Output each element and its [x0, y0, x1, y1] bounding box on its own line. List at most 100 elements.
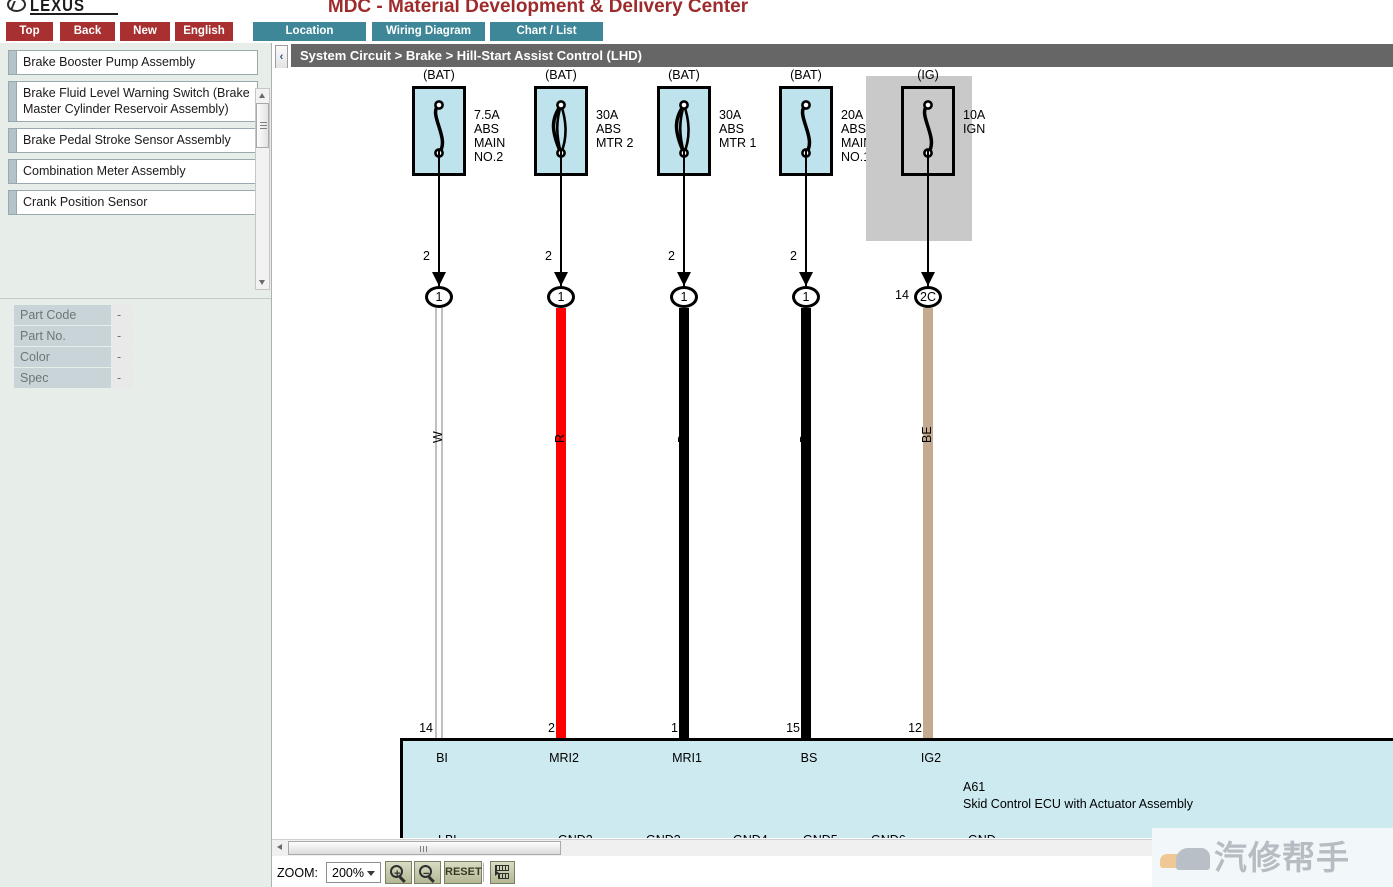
wire-color-code: BE [920, 426, 934, 443]
fuse-output-lead [927, 150, 929, 286]
ecu-pin-label: MRI2 [549, 751, 579, 765]
property-key: Color [14, 347, 111, 367]
back-button[interactable]: Back [60, 22, 115, 41]
toolbar: Top Back New English Location Wiring Diagram C… [0, 22, 1393, 42]
list-item-marker [8, 159, 16, 184]
top-button[interactable]: Top [6, 22, 53, 41]
part-properties-table: Part Code - Part No. - Color - Spec - [14, 305, 134, 389]
connector-node[interactable]: 1 [670, 286, 698, 308]
property-row: Part No. - [14, 326, 134, 346]
list-item[interactable]: Brake Booster Pump Assembly [8, 50, 258, 75]
wire-arrow-icon [677, 272, 691, 286]
sign-glyph: + [394, 868, 401, 880]
tab-wiring-diagram[interactable]: Wiring Diagram [372, 22, 485, 41]
fuse-pin-number: 2 [545, 249, 552, 263]
fuse-rating-label: 30A ABS MTR 1 [719, 108, 757, 150]
list-item[interactable]: Brake Fluid Level Warning Switch (Brake … [8, 81, 258, 122]
sign-glyph: − [423, 868, 430, 880]
list-item-marker [8, 190, 16, 215]
ecu-ground-pin-label: GND2 [558, 833, 593, 838]
ecu-pin-number: 12 [908, 721, 922, 735]
fuse-output-lead [438, 150, 440, 286]
fuse-rating-label: 7.5A ABS MAIN NO.2 [474, 108, 506, 164]
scroll-left-arrow[interactable] [273, 841, 286, 855]
scrollbar-thumb[interactable] [256, 103, 269, 148]
wire-line [679, 308, 689, 738]
scroll-up-arrow[interactable] [256, 89, 269, 102]
ecu-name: Skid Control ECU with Actuator Assembly [963, 797, 1193, 811]
breadcrumb-back-button[interactable]: ‹ [275, 45, 288, 69]
wire-arrow-icon [799, 272, 813, 286]
property-row: Part Code - [14, 305, 134, 325]
ecu-ground-pin-label: GND6 [871, 833, 906, 838]
fit-to-window-button[interactable] [490, 861, 515, 884]
wire-arrow-icon [432, 272, 446, 286]
watermark: 汽修帮手 [1152, 828, 1393, 887]
ecu-ground-pin-label: GND3 [646, 833, 681, 838]
power-source-label: (BAT) [545, 68, 577, 82]
property-row: Color - [14, 347, 134, 367]
ecu-ground-pin-label: LBL [438, 833, 460, 838]
h-scrollbar-thumb[interactable] [288, 841, 561, 855]
ecu-pin-label: IG2 [920, 751, 942, 765]
property-value: - [111, 368, 133, 388]
property-key: Part Code [14, 305, 111, 325]
zoom-out-button[interactable]: − [414, 861, 441, 884]
ecu-pin-number: 14 [419, 721, 433, 735]
lexus-underline [30, 13, 118, 15]
fuse-output-lead [805, 150, 807, 286]
list-item-marker [8, 81, 16, 122]
car-icon [1160, 846, 1212, 872]
ecu-pin-number: 15 [786, 721, 800, 735]
zoom-select[interactable]: 200% [326, 862, 381, 883]
scroll-down-arrow[interactable] [256, 276, 269, 289]
list-item[interactable]: Combination Meter Assembly [8, 159, 258, 184]
connector-node[interactable]: 2C [914, 286, 942, 308]
connector-node[interactable]: 1 [425, 286, 453, 308]
list-item[interactable]: Brake Pedal Stroke Sensor Assembly [8, 128, 258, 153]
list-item-label: Brake Pedal Stroke Sensor Assembly [16, 128, 258, 153]
list-item-label: Crank Position Sensor [16, 190, 258, 215]
fuse-pin-number: 2 [668, 249, 675, 263]
power-source-label: (BAT) [423, 68, 455, 82]
chevron-down-icon [367, 871, 375, 876]
toolbar-separator [483, 863, 484, 882]
english-button[interactable]: English [175, 22, 233, 41]
wire-line [923, 308, 933, 738]
sidebar: Brake Booster Pump Assembly Brake Fluid L… [0, 43, 272, 887]
zoom-reset-button[interactable]: RESET [444, 861, 482, 884]
watermark-text: 汽修帮手 [1214, 838, 1350, 877]
wire-color-code: R [553, 433, 567, 443]
wire-line [441, 308, 443, 738]
fuse-output-lead [560, 150, 562, 286]
fuse-output-lead [683, 150, 685, 286]
property-row: Spec - [14, 368, 134, 388]
list-item-marker [8, 128, 16, 153]
list-item-marker [8, 50, 16, 75]
connector-pin-number: 14 [895, 288, 909, 302]
tab-location[interactable]: Location [253, 22, 366, 41]
connector-node[interactable]: 1 [792, 286, 820, 308]
ecu-block[interactable]: A61 Skid Control ECU with Actuator Assemb… [400, 738, 1393, 838]
list-item-label: Combination Meter Assembly [16, 159, 258, 184]
wire-color-code: B [676, 434, 690, 443]
zoom-label: ZOOM: [277, 866, 318, 880]
ecu-title: A61 Skid Control ECU with Actuator Assemb… [963, 779, 1193, 813]
lexus-emblem-icon [7, 0, 26, 12]
ecu-code: A61 [963, 780, 986, 794]
fuse-rating-label: 10A IGN [963, 108, 986, 136]
zoom-value: 200% [332, 866, 364, 880]
part-list[interactable]: Brake Booster Pump Assembly Brake Fluid L… [8, 50, 258, 290]
wire-color-code: B [798, 434, 812, 443]
connector-node[interactable]: 1 [547, 286, 575, 308]
wiring-diagram-canvas[interactable]: (BAT) 7.5A ABS MAIN NO.2 2 1 W 14 (BAT) 30A ABS MTR … [272, 68, 1393, 838]
part-list-scrollbar[interactable] [255, 88, 270, 290]
list-item[interactable]: Crank Position Sensor [8, 190, 258, 215]
new-button[interactable]: New [120, 22, 170, 41]
ecu-pin-label: MRI1 [672, 751, 702, 765]
ecu-ground-pin-label: GND5 [803, 833, 838, 838]
zoom-in-button[interactable]: + [385, 861, 412, 884]
power-source-label: (IG) [917, 68, 939, 82]
tab-chart-list[interactable]: Chart / List [490, 22, 603, 41]
ecu-pin-number: 2 [548, 721, 555, 735]
